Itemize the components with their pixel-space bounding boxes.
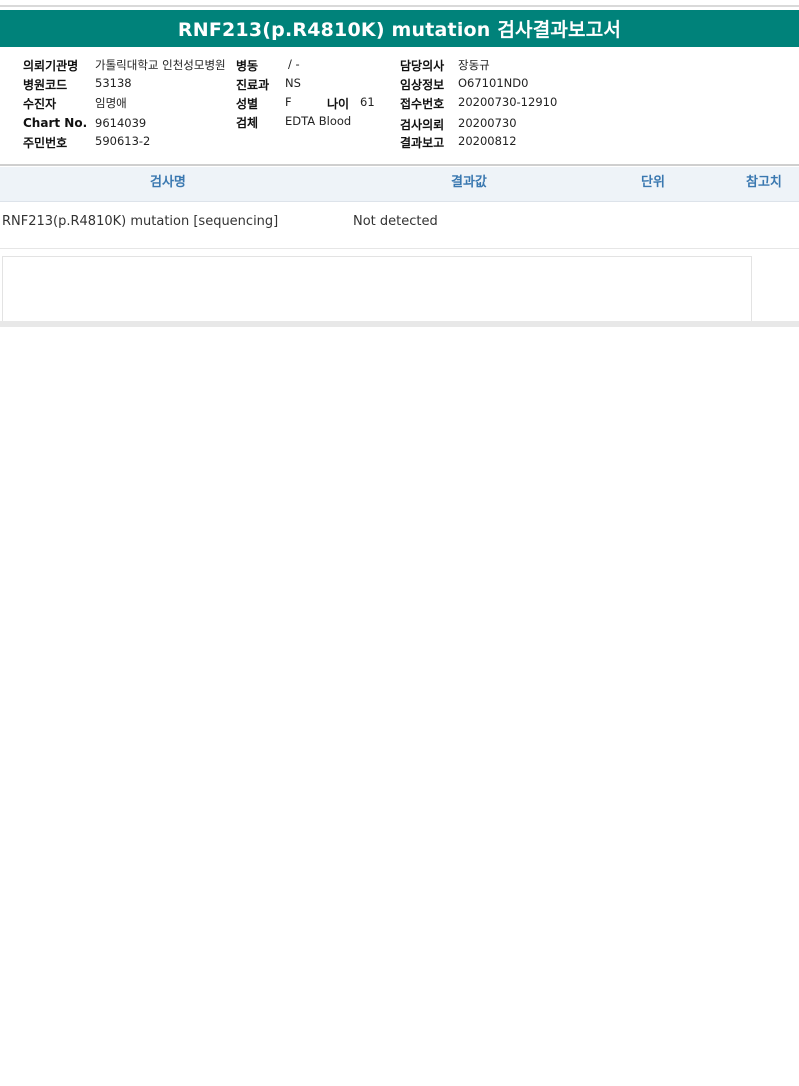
hospital-code-label: 병원코드 [23,78,68,92]
receipt-number-value: 20200730-12910 [458,95,558,109]
examinee-label: 수진자 [23,97,57,111]
test-request-label: 검사의뢰 [400,118,445,132]
chart-no-value: 9614039 [95,116,147,130]
bottom-bar [0,321,799,327]
requesting-institution-label: 의뢰기관명 [23,59,79,73]
receipt-number-label: 접수번호 [400,97,445,111]
resident-number-value: 590613-2 [95,134,151,148]
results-table-header: 검사명 결과값 단위 참고치 [0,167,799,202]
attending-physician-label: 담당의사 [400,59,445,73]
clinical-info-label: 임상정보 [400,78,445,92]
sex-value: F [285,95,292,109]
specimen-value: EDTA Blood [285,114,352,128]
result-report-label: 결과보고 [400,136,445,150]
age-value: 61 [360,95,375,109]
ward-label: 병동 [236,59,259,73]
attending-physician-value: 장동규 [458,58,490,72]
requesting-institution-value: 가톨릭대학교 인천성모병원 [95,58,226,72]
comment-box [2,256,752,322]
test-request-value: 20200730 [458,116,517,130]
department-value: NS [285,76,301,90]
info-divider [0,164,799,166]
chart-no-label: Chart No. [23,116,88,130]
header-unit: 단위 [641,175,665,190]
examinee-value: 임명애 [95,96,127,110]
report-title: RNF213(p.R4810K) mutation 검사결과보고서 [177,19,622,41]
patient-info-section: 의뢰기관명 가톨릭대학교 인천성모병원 병동 / - 담당의사 장동규 병원코드… [0,55,799,155]
header-result-value: 결과값 [451,175,487,190]
hospital-code-value: 53138 [95,76,132,90]
sex-label: 성별 [236,97,259,111]
specimen-label: 검체 [236,116,259,130]
table-row: RNF213(p.R4810K) mutation [sequencing] N… [0,202,799,249]
top-border [0,5,799,7]
header-reference: 참고치 [746,175,782,190]
header-test-name: 검사명 [150,175,186,190]
row-test-name: RNF213(p.R4810K) mutation [sequencing] [2,214,279,229]
resident-number-label: 주민번호 [23,136,68,150]
row-result-value: Not detected [353,214,438,229]
clinical-info-value: O67101ND0 [458,76,529,90]
age-label: 나이 [327,97,350,111]
result-report-value: 20200812 [458,134,517,148]
ward-value: / - [288,57,300,71]
department-label: 진료과 [236,78,270,92]
report-title-bar: RNF213(p.R4810K) mutation 검사결과보고서 [0,10,799,47]
